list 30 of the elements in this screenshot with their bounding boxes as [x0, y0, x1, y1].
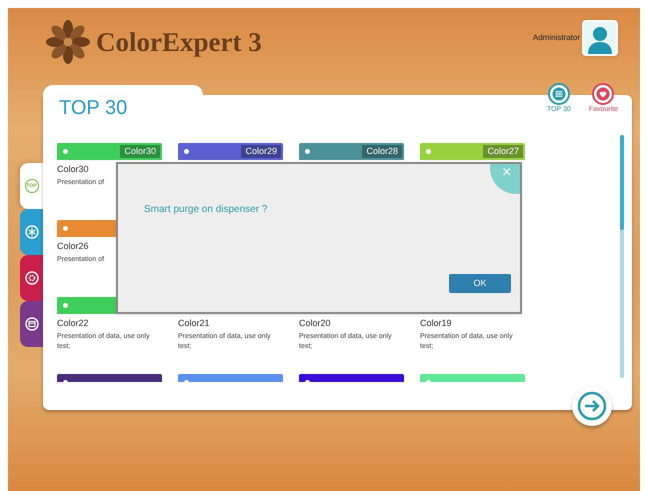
next-arrow-button[interactable]: [572, 386, 612, 426]
color-swatch-bar[interactable]: Color30: [57, 143, 162, 160]
side-tab[interactable]: [20, 209, 43, 255]
color-swatch-bar[interactable]: Color27: [420, 143, 525, 160]
color-name: Color30: [57, 164, 90, 175]
color-tag: Color27: [483, 145, 523, 158]
app-title: ColorExpert 3: [96, 26, 262, 59]
color-swatch-bar[interactable]: Color29: [178, 143, 283, 160]
calendar-icon: [24, 317, 38, 331]
flower-logo-icon: [46, 20, 90, 64]
ok-button[interactable]: OK: [449, 274, 511, 293]
color-name: Color26: [57, 241, 90, 252]
snowflake-icon: [24, 225, 38, 239]
color-name: Color22: [57, 318, 90, 329]
color-tag: Color28: [362, 145, 402, 158]
color-swatch-bar[interactable]: Color28: [299, 143, 404, 160]
color-tag: Color30: [120, 145, 160, 158]
color-name: Color19: [420, 318, 453, 329]
user-name: Administrator: [532, 32, 580, 44]
color-name: Color20: [299, 318, 332, 329]
side-tab[interactable]: [20, 301, 43, 347]
person-icon: [585, 24, 615, 54]
panel-title: TOP 30: [59, 96, 128, 121]
scrollbar-thumb[interactable]: [620, 135, 624, 230]
gear-icon: [24, 271, 38, 285]
color-tag: Color29: [241, 145, 281, 158]
color-name: Color21: [178, 318, 211, 329]
dialog-message: Smart purge on dispenser ?: [144, 203, 268, 217]
user-avatar-button[interactable]: [582, 20, 618, 56]
side-tab[interactable]: [20, 255, 43, 301]
